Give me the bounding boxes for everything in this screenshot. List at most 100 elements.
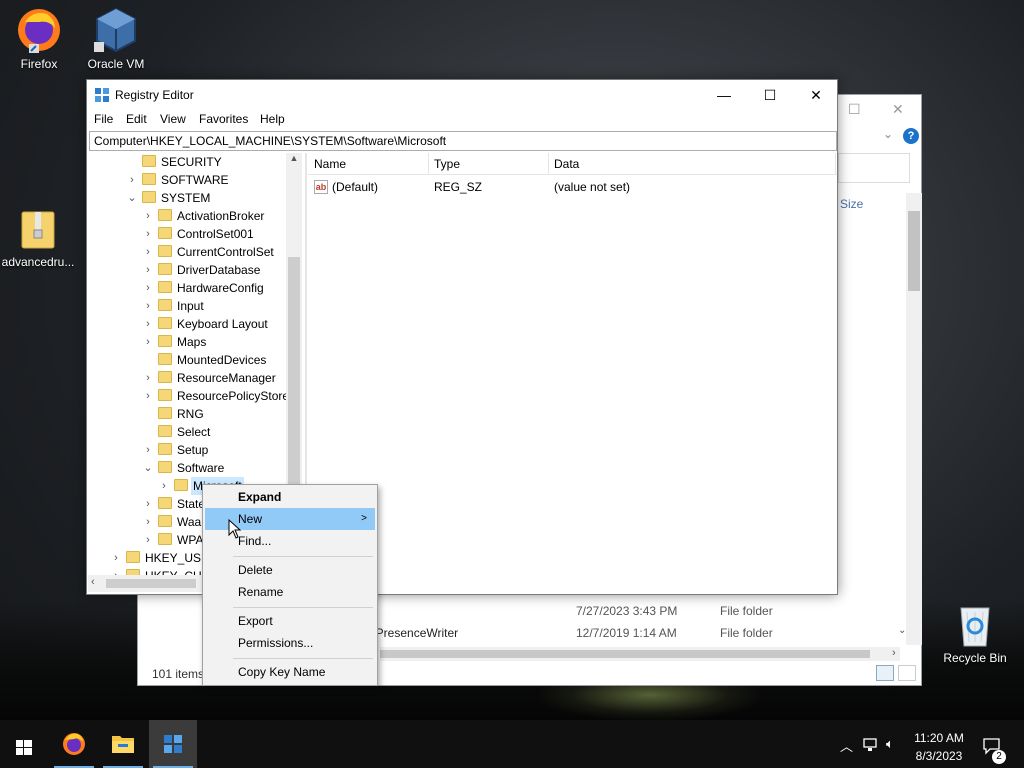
column-divider[interactable] bbox=[835, 153, 836, 175]
tree-node-label[interactable]: Input bbox=[177, 297, 204, 315]
close-icon[interactable]: ✕ bbox=[892, 101, 904, 118]
tree-node-label[interactable]: ActivationBroker bbox=[177, 207, 264, 225]
title-bar[interactable]: Registry Editor — ☐ ✕ bbox=[87, 80, 837, 110]
file-name[interactable]: arPresenceWriter bbox=[365, 626, 458, 640]
column-divider[interactable] bbox=[548, 153, 549, 175]
expand-arrow-icon[interactable]: › bbox=[142, 279, 154, 297]
column-header-data[interactable]: Data bbox=[554, 157, 579, 171]
tree-node-label[interactable]: State bbox=[177, 495, 205, 513]
scroll-left-icon[interactable]: ‹ bbox=[91, 576, 95, 588]
column-header-name[interactable]: Name bbox=[314, 157, 346, 171]
maximize-button[interactable]: ☐ bbox=[747, 80, 793, 110]
desktop-icon-advancedrun[interactable]: advancedru... bbox=[0, 208, 80, 269]
large-icons-view-icon[interactable] bbox=[898, 665, 916, 681]
expand-arrow-icon[interactable]: › bbox=[142, 243, 154, 261]
menu-help[interactable]: Help bbox=[260, 112, 285, 126]
expand-arrow-icon[interactable]: › bbox=[110, 567, 122, 575]
menu-edit[interactable]: Edit bbox=[126, 112, 147, 126]
column-header-size[interactable]: Size bbox=[840, 197, 863, 211]
tree-node-label[interactable]: Maps bbox=[177, 333, 206, 351]
collapse-arrow-icon[interactable]: ⌄ bbox=[142, 459, 154, 477]
value-row[interactable]: ab (Default) REG_SZ (value not set) bbox=[308, 178, 837, 196]
clock-time[interactable]: 11:20 AM bbox=[905, 731, 973, 745]
expand-arrow-icon[interactable]: › bbox=[142, 369, 154, 387]
folder-icon bbox=[142, 173, 156, 185]
values-list[interactable]: Name Type Data ab (Default) REG_SZ (valu… bbox=[308, 153, 837, 593]
expand-arrow-icon[interactable]: › bbox=[142, 297, 154, 315]
menu-view[interactable]: View bbox=[160, 112, 186, 126]
folder-icon bbox=[158, 353, 172, 365]
value-name[interactable]: (Default) bbox=[332, 178, 378, 196]
scroll-down-icon[interactable]: ⌄ bbox=[898, 625, 906, 636]
scroll-up-icon[interactable]: ▲ bbox=[286, 153, 302, 163]
scroll-right-icon[interactable]: › bbox=[892, 647, 896, 659]
menu-item-expand[interactable]: Expand bbox=[205, 486, 375, 508]
desktop-icon-virtualbox[interactable]: Oracle VM VirtualBox bbox=[74, 6, 158, 71]
expand-arrow-icon[interactable]: › bbox=[142, 513, 154, 531]
desktop-icon-recycle-bin[interactable]: Recycle Bin bbox=[933, 602, 1017, 665]
expand-arrow-icon[interactable]: › bbox=[110, 549, 122, 567]
tree-node-label[interactable]: Keyboard Layout bbox=[177, 315, 268, 333]
tree-node-label[interactable]: SYSTEM bbox=[161, 189, 210, 207]
expand-arrow-icon[interactable]: › bbox=[142, 495, 154, 513]
menu-file[interactable]: File bbox=[94, 112, 113, 126]
network-icon[interactable] bbox=[863, 738, 879, 752]
scrollbar-thumb[interactable] bbox=[106, 579, 196, 588]
tree-node-label[interactable]: ResourcePolicyStore bbox=[177, 387, 286, 405]
vertical-scrollbar[interactable] bbox=[906, 193, 922, 645]
tree-node-label[interactable]: Select bbox=[177, 423, 210, 441]
clock-date[interactable]: 8/3/2023 bbox=[905, 749, 973, 763]
menu-item-export[interactable]: Export bbox=[205, 610, 375, 632]
minimize-button[interactable]: — bbox=[701, 80, 747, 110]
chevron-down-icon[interactable]: ⌄ bbox=[883, 127, 893, 141]
menu-item-copy-key-name[interactable]: Copy Key Name bbox=[205, 661, 375, 683]
scrollbar-thumb[interactable] bbox=[908, 211, 920, 291]
tree-node-label[interactable]: SECURITY bbox=[161, 153, 222, 171]
address-bar[interactable]: Computer\HKEY_LOCAL_MACHINE\SYSTEM\Softw… bbox=[89, 131, 837, 151]
column-header-type[interactable]: Type bbox=[434, 157, 460, 171]
expand-arrow-icon[interactable]: › bbox=[142, 315, 154, 333]
expand-arrow-icon[interactable]: › bbox=[142, 333, 154, 351]
menu-item-rename[interactable]: Rename bbox=[205, 581, 375, 603]
close-button[interactable]: ✕ bbox=[793, 80, 839, 110]
tree-node-label[interactable]: ControlSet001 bbox=[177, 225, 254, 243]
tree-node-label[interactable]: MountedDevices bbox=[177, 351, 266, 369]
horizontal-scrollbar[interactable] bbox=[380, 647, 900, 661]
tree-node-label[interactable]: SOFTWARE bbox=[161, 171, 229, 189]
volume-icon[interactable]: 🔈︎ bbox=[886, 736, 894, 752]
tree-node-label[interactable]: WPA bbox=[177, 531, 203, 549]
expand-arrow-icon[interactable]: › bbox=[126, 171, 138, 189]
tree-node-label[interactable]: Software bbox=[177, 459, 224, 477]
expand-arrow-icon[interactable]: › bbox=[142, 531, 154, 549]
expand-arrow-icon[interactable]: › bbox=[142, 441, 154, 459]
menu-item-delete[interactable]: Delete bbox=[205, 559, 375, 581]
registry-editor-window[interactable]: Registry Editor — ☐ ✕ File Edit View Fav… bbox=[86, 79, 838, 595]
taskbar-firefox[interactable] bbox=[50, 720, 98, 768]
tree-node-label[interactable]: CurrentControlSet bbox=[177, 243, 274, 261]
tree-node-label[interactable]: Setup bbox=[177, 441, 208, 459]
start-button[interactable] bbox=[0, 720, 48, 768]
menu-favorites[interactable]: Favorites bbox=[199, 112, 248, 126]
tree-node-label[interactable]: RNG bbox=[177, 405, 204, 423]
column-divider[interactable] bbox=[428, 153, 429, 175]
expand-arrow-icon[interactable]: › bbox=[142, 261, 154, 279]
scrollbar-thumb[interactable] bbox=[380, 650, 870, 658]
tree-node-label[interactable]: HardwareConfig bbox=[177, 279, 264, 297]
details-view-icon[interactable] bbox=[876, 665, 894, 681]
search-input[interactable] bbox=[838, 153, 910, 183]
collapse-arrow-icon[interactable]: ⌄ bbox=[126, 189, 138, 207]
maximize-icon[interactable]: ☐ bbox=[848, 101, 861, 118]
tree-node-label[interactable]: DriverDatabase bbox=[177, 261, 260, 279]
taskbar-registry-editor[interactable] bbox=[149, 720, 197, 768]
expand-arrow-icon[interactable]: › bbox=[158, 477, 170, 495]
expand-arrow-icon[interactable]: › bbox=[142, 207, 154, 225]
expand-arrow-icon[interactable]: › bbox=[142, 225, 154, 243]
tree-node-label[interactable]: ResourceManager bbox=[177, 369, 276, 387]
desktop-icon-firefox[interactable]: Firefox bbox=[0, 6, 81, 71]
chevron-up-icon[interactable]: ︿ bbox=[840, 736, 853, 755]
help-icon[interactable]: ? bbox=[903, 128, 919, 144]
folder-icon bbox=[158, 227, 172, 239]
menu-item-permissions[interactable]: Permissions... bbox=[205, 632, 375, 654]
taskbar-file-explorer[interactable] bbox=[99, 720, 147, 768]
expand-arrow-icon[interactable]: › bbox=[142, 387, 154, 405]
